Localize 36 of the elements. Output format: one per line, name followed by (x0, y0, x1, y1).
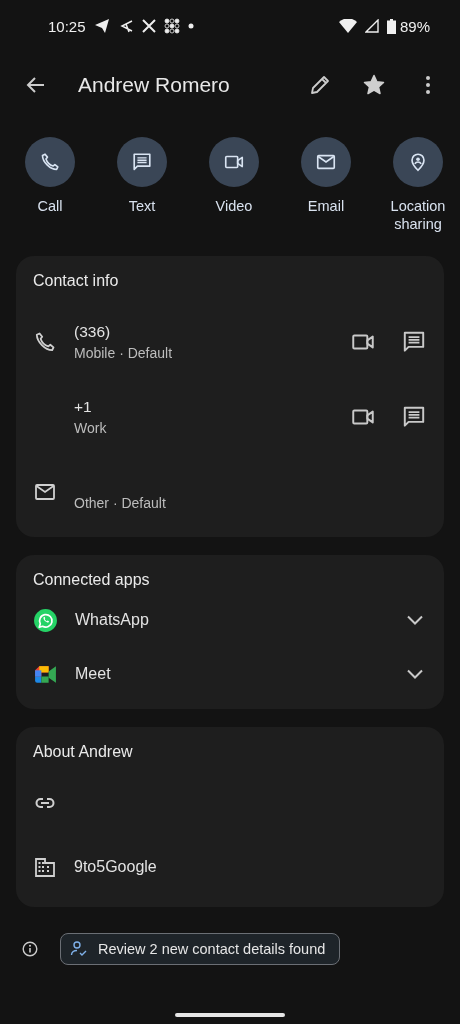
wifi-icon (338, 19, 357, 33)
app-name: WhatsApp (75, 611, 150, 629)
section-title: Contact info (33, 272, 120, 290)
review-details-button[interactable]: Review 2 new contact details found (60, 933, 341, 965)
quick-action-button[interactable]: Text (114, 137, 170, 233)
battery-percentage: 89% (399, 17, 430, 35)
contact-label: Work (74, 419, 108, 436)
more-options-icon (426, 76, 430, 94)
building-icon (33, 855, 57, 879)
quick-action-button[interactable]: Video (206, 137, 262, 233)
signal-icon (364, 19, 379, 33)
company-name: 9to5Google (74, 858, 157, 876)
person-check-icon (70, 940, 88, 958)
pencil-icon (308, 73, 332, 97)
message-icon (131, 151, 153, 173)
chat-bubble-logo-icon (33, 607, 58, 633)
contact-value: (336) (74, 322, 112, 341)
section-title: About Andrew (33, 743, 134, 761)
section-title: Connected apps (33, 571, 151, 589)
phone-icon (39, 151, 61, 173)
app-name: Meet (75, 665, 112, 683)
quick-action-button[interactable]: Call (22, 137, 78, 233)
star-icon (362, 73, 386, 97)
contact-name: Andrew Romero (78, 73, 231, 97)
battery-icon (386, 18, 396, 34)
contact-label: Mobile · Default (74, 344, 174, 361)
quick-action-button[interactable]: Location sharing (390, 137, 446, 233)
info-icon (22, 941, 38, 957)
x-notification-icon (141, 19, 156, 33)
contact-label: Other · Default (74, 494, 167, 511)
notification-dot-icon (187, 23, 194, 29)
dot-grid-icon (163, 18, 180, 34)
status-time: 10:25 (48, 17, 86, 35)
quick-action-button[interactable]: Email (298, 137, 354, 233)
contact-value: +1 (74, 397, 93, 416)
paper-plane-icon (93, 18, 110, 34)
